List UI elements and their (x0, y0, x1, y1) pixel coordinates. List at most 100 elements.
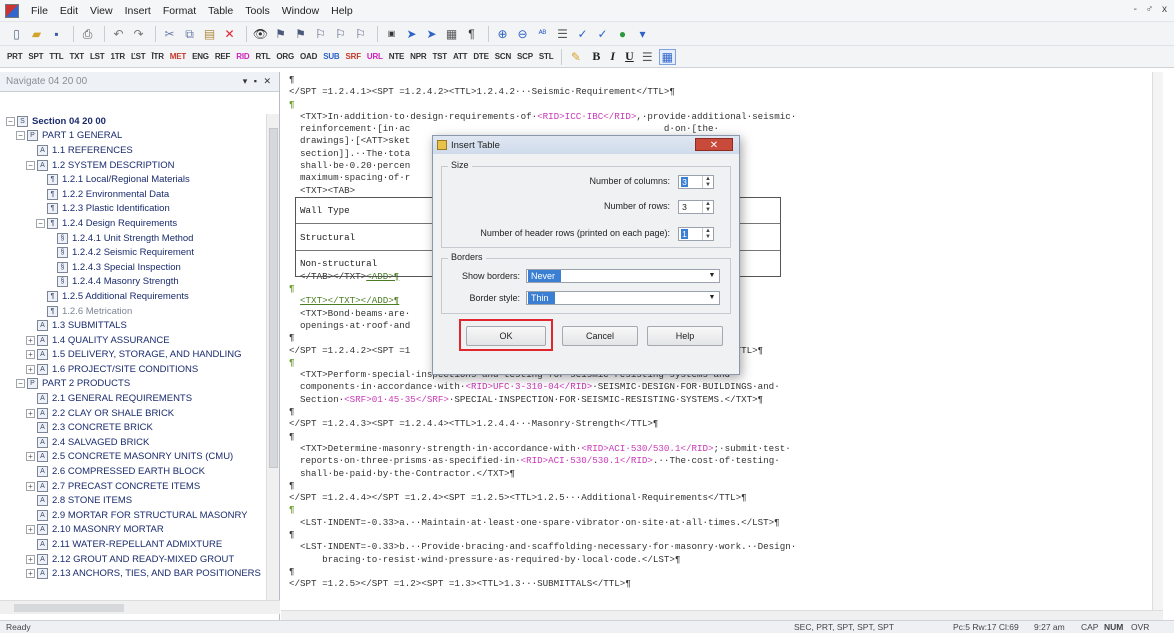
menu-window[interactable]: Window (276, 5, 325, 17)
expand-icon[interactable]: + (26, 335, 35, 345)
tag-button-nte[interactable]: NTE (386, 52, 407, 61)
tree-item[interactable]: ¶ 1.2.6 Metrication (0, 304, 266, 319)
tag-button-spt[interactable]: SPT (25, 52, 46, 61)
expand-icon[interactable]: + (26, 481, 35, 491)
columns-value[interactable]: 3 (681, 177, 688, 187)
tree-item[interactable]: A 1.1 REFERENCES (0, 143, 266, 158)
collapse-icon[interactable]: − (16, 379, 25, 389)
undo-icon[interactable]: ↶ (110, 26, 127, 42)
code-line[interactable]: ¶ (289, 480, 796, 492)
tag-button-rtl[interactable]: RTL (252, 52, 273, 61)
header-rows-value[interactable]: 1 (681, 229, 688, 239)
tree-item[interactable]: A 1.3 SUBMITTALS (0, 318, 266, 333)
pointer-icon[interactable]: ➤ (403, 26, 420, 42)
expand-icon[interactable]: + (26, 452, 35, 462)
code-line[interactable]: shall·be·paid·by·the·Contractor.</TXT>¶ (289, 468, 796, 480)
editor-vertical-scrollbar[interactable] (1152, 72, 1163, 620)
tag-button-met[interactable]: MET (167, 52, 189, 61)
chevron-down-icon[interactable]: ▼ (706, 292, 718, 304)
marker-icon[interactable]: ● (614, 26, 631, 42)
tree-item[interactable]: − A 1.2 SYSTEM DESCRIPTION (0, 158, 266, 173)
border-style-select[interactable]: Thin ▼ (526, 291, 720, 305)
tree-item[interactable]: ¶ 1.2.1 Local/Regional Materials (0, 172, 266, 187)
tag-button-npr[interactable]: NPR (407, 52, 429, 61)
nav-pane-controls[interactable]: ▾ ▪ ✕ (243, 76, 273, 87)
collapse-icon[interactable]: − (36, 218, 45, 228)
tag-button-sub[interactable]: SUB (320, 52, 342, 61)
nav-vertical-scrollbar[interactable] (266, 114, 279, 600)
code-line[interactable]: ¶ (289, 566, 796, 578)
paste-icon[interactable]: ▤ (201, 26, 218, 42)
scroll-thumb[interactable] (14, 604, 124, 612)
editor-horizontal-scrollbar[interactable] (281, 610, 1163, 620)
stepper-arrows-icon[interactable]: ▲ ▼ (702, 176, 713, 188)
tree-item[interactable]: + A 1.6 PROJECT/SITE CONDITIONS (0, 362, 266, 377)
window-controls[interactable]: - ♂ x (1134, 4, 1170, 15)
align-icon[interactable]: ☰ (554, 26, 571, 42)
tag-button-lst[interactable]: LST (87, 52, 108, 61)
tree-item[interactable]: A 2.4 SALVAGED BRICK (0, 435, 266, 450)
tag-button-url[interactable]: URL (364, 52, 386, 61)
save-icon[interactable]: ▪ (48, 26, 65, 42)
tree-item[interactable]: + A 2.12 GROUT AND READY-MIXED GROUT (0, 552, 266, 567)
menu-format[interactable]: Format (157, 5, 202, 17)
tree-item[interactable]: − S Section 04 20 00 (0, 114, 266, 129)
tag-button-org[interactable]: ORG (273, 52, 297, 61)
tag-button-ītr[interactable]: ĪTR (149, 52, 167, 61)
list-icon[interactable]: ☰ (639, 49, 656, 65)
table-format-icon[interactable]: ▦ (443, 26, 460, 42)
tree-item[interactable]: − P PART 2 PRODUCTS (0, 377, 266, 392)
tag-button-ľst[interactable]: ĽST (128, 52, 149, 61)
code-line[interactable]: <LST·INDENT=-0.33>b.··Provide·bracing·an… (289, 541, 796, 553)
replace-all-icon[interactable]: ⚐ (332, 26, 349, 42)
tag-button-stl[interactable]: STL (536, 52, 557, 61)
cancel-button[interactable]: Cancel (562, 326, 638, 346)
tree-item[interactable]: A 2.11 WATER-REPELLANT ADMIXTURE (0, 537, 266, 552)
underline-button[interactable]: U (625, 49, 634, 64)
code-line[interactable]: </SPT =1.2.4.3><SPT =1.2.4.4><TTL>1.2.4.… (289, 418, 796, 430)
show-borders-value[interactable]: Never (528, 270, 562, 282)
close-icon[interactable]: ✕ (695, 138, 733, 151)
code-line[interactable]: bracing·to·resist·wind·pressure·as·requi… (289, 554, 796, 566)
tree-item[interactable]: + A 1.5 DELIVERY, STORAGE, AND HANDLING (0, 348, 266, 363)
tag-button-tst[interactable]: TST (429, 52, 450, 61)
code-line[interactable]: ¶ (289, 74, 796, 86)
copy-icon[interactable]: ⧉ (181, 26, 198, 42)
show-borders-select[interactable]: Never ▼ (526, 269, 720, 283)
tree-item[interactable]: § 1.2.4.1 Unit Strength Method (0, 231, 266, 246)
expand-icon[interactable]: + (26, 350, 35, 360)
zoom-in-icon[interactable]: ⊕ (494, 26, 511, 42)
tree-item[interactable]: ¶ 1.2.5 Additional Requirements (0, 289, 266, 304)
code-line[interactable]: </SPT =1.2.4.4></SPT =1.2.4><SPT =1.2.5>… (289, 492, 796, 504)
find-prev-icon[interactable]: ⚑ (292, 26, 309, 42)
menu-help[interactable]: Help (325, 5, 359, 17)
expand-icon[interactable]: + (26, 525, 35, 535)
help-button[interactable]: Help (647, 326, 723, 346)
print-icon[interactable]: ⎙ (79, 26, 96, 42)
tree-item[interactable]: § 1.2.4.2 Seismic Requirement (0, 245, 266, 260)
check-icon[interactable]: ✓ (574, 26, 591, 42)
tree-item[interactable]: − P PART 1 GENERAL (0, 129, 266, 144)
tag-view-icon[interactable]: ▣ (383, 26, 400, 42)
tree-item[interactable]: − ¶ 1.2.4 Design Requirements (0, 216, 266, 231)
tag-button-1tr[interactable]: 1TR (107, 52, 128, 61)
expand-icon[interactable]: + (26, 569, 35, 579)
border-style-value[interactable]: Thin (528, 292, 555, 304)
pilcrow-icon[interactable]: ¶ (463, 26, 480, 42)
menu-file[interactable]: File (25, 5, 54, 17)
bold-button[interactable]: B (592, 49, 600, 64)
code-line[interactable]: reports·on·three·prisms·as·specified·in·… (289, 455, 796, 467)
tree-item[interactable]: A 2.8 STONE ITEMS (0, 493, 266, 508)
code-line[interactable]: ¶ (289, 504, 796, 516)
tree-item[interactable]: + A 2.10 MASONRY MORTAR (0, 523, 266, 538)
tag-button-ref[interactable]: REF (212, 52, 233, 61)
tree-item[interactable]: § 1.2.4.3 Special Inspection (0, 260, 266, 275)
code-line[interactable]: <LST·INDENT=-0.33>a.··Maintain·at·least·… (289, 517, 796, 529)
code-line[interactable]: ¶ (289, 406, 796, 418)
menu-view[interactable]: View (84, 5, 119, 17)
collapse-icon[interactable]: − (26, 160, 35, 170)
code-line[interactable]: <TXT>In·addition·to·design·requirements·… (289, 111, 796, 123)
scroll-thumb[interactable] (269, 128, 278, 468)
tree-item[interactable]: A 2.9 MORTAR FOR STRUCTURAL MASONRY (0, 508, 266, 523)
menu-table[interactable]: Table (202, 5, 239, 17)
